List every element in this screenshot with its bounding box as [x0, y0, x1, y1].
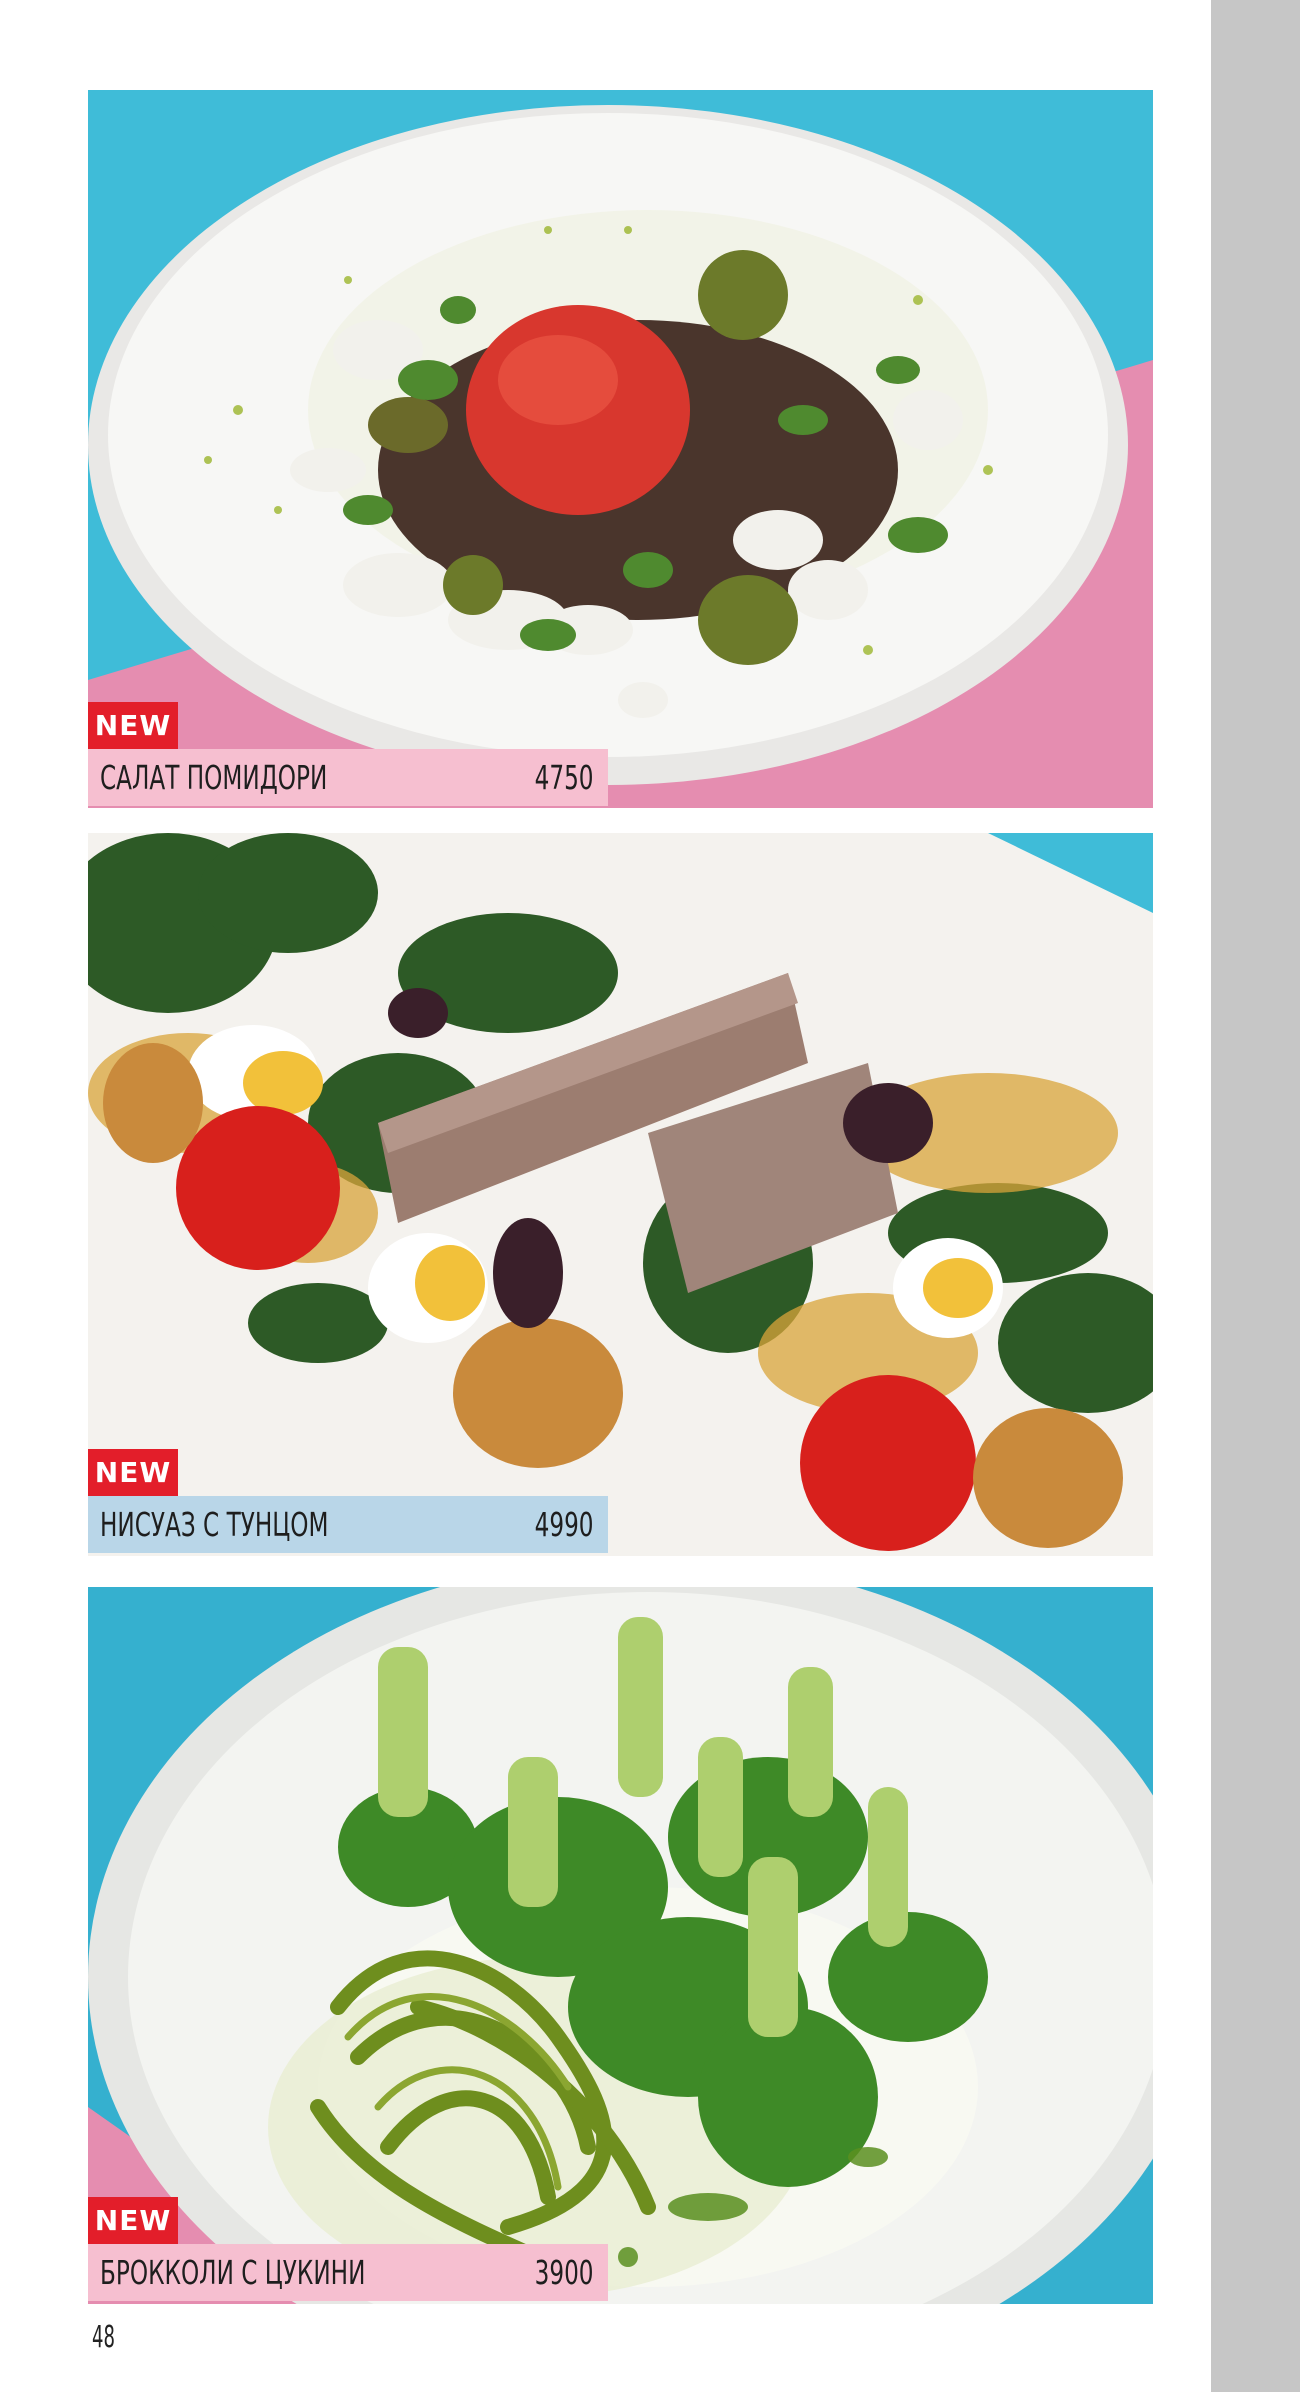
page-side-strip — [1211, 0, 1300, 2392]
dish-price: 4990 — [535, 1505, 594, 1544]
new-badge: NEW — [88, 702, 178, 749]
dish-name-bar: БРОККОЛИ С ЦУКИНИ 3900 — [88, 2244, 608, 2301]
dish-name: НИСУАЗ С ТУНЦОМ — [100, 1505, 329, 1544]
new-badge: NEW — [88, 1449, 178, 1496]
dish-name-bar: САЛАТ ПОМИДОРИ 4750 — [88, 749, 608, 806]
dish-name: БРОККОЛИ С ЦУКИНИ — [100, 2253, 366, 2292]
new-badge: NEW — [88, 2197, 178, 2244]
dish-photo-nicoise-tuna — [88, 833, 1153, 1556]
dish-name-bar: НИСУАЗ С ТУНЦОМ 4990 — [88, 1496, 608, 1553]
dish-photo-tomato-salad — [88, 90, 1153, 808]
page-number: 48 — [92, 2320, 115, 2355]
menu-item-card[interactable]: NEW САЛАТ ПОМИДОРИ 4750 — [88, 90, 1153, 808]
menu-item-card[interactable]: NEW НИСУАЗ С ТУНЦОМ 4990 — [88, 833, 1153, 1556]
dish-price: 3900 — [535, 2253, 594, 2292]
menu-item-card[interactable]: NEW БРОККОЛИ С ЦУКИНИ 3900 — [88, 1587, 1153, 2304]
dish-photo-broccoli-zucchini — [88, 1587, 1153, 2304]
dish-name: САЛАТ ПОМИДОРИ — [100, 758, 328, 797]
dish-price: 4750 — [535, 758, 594, 797]
